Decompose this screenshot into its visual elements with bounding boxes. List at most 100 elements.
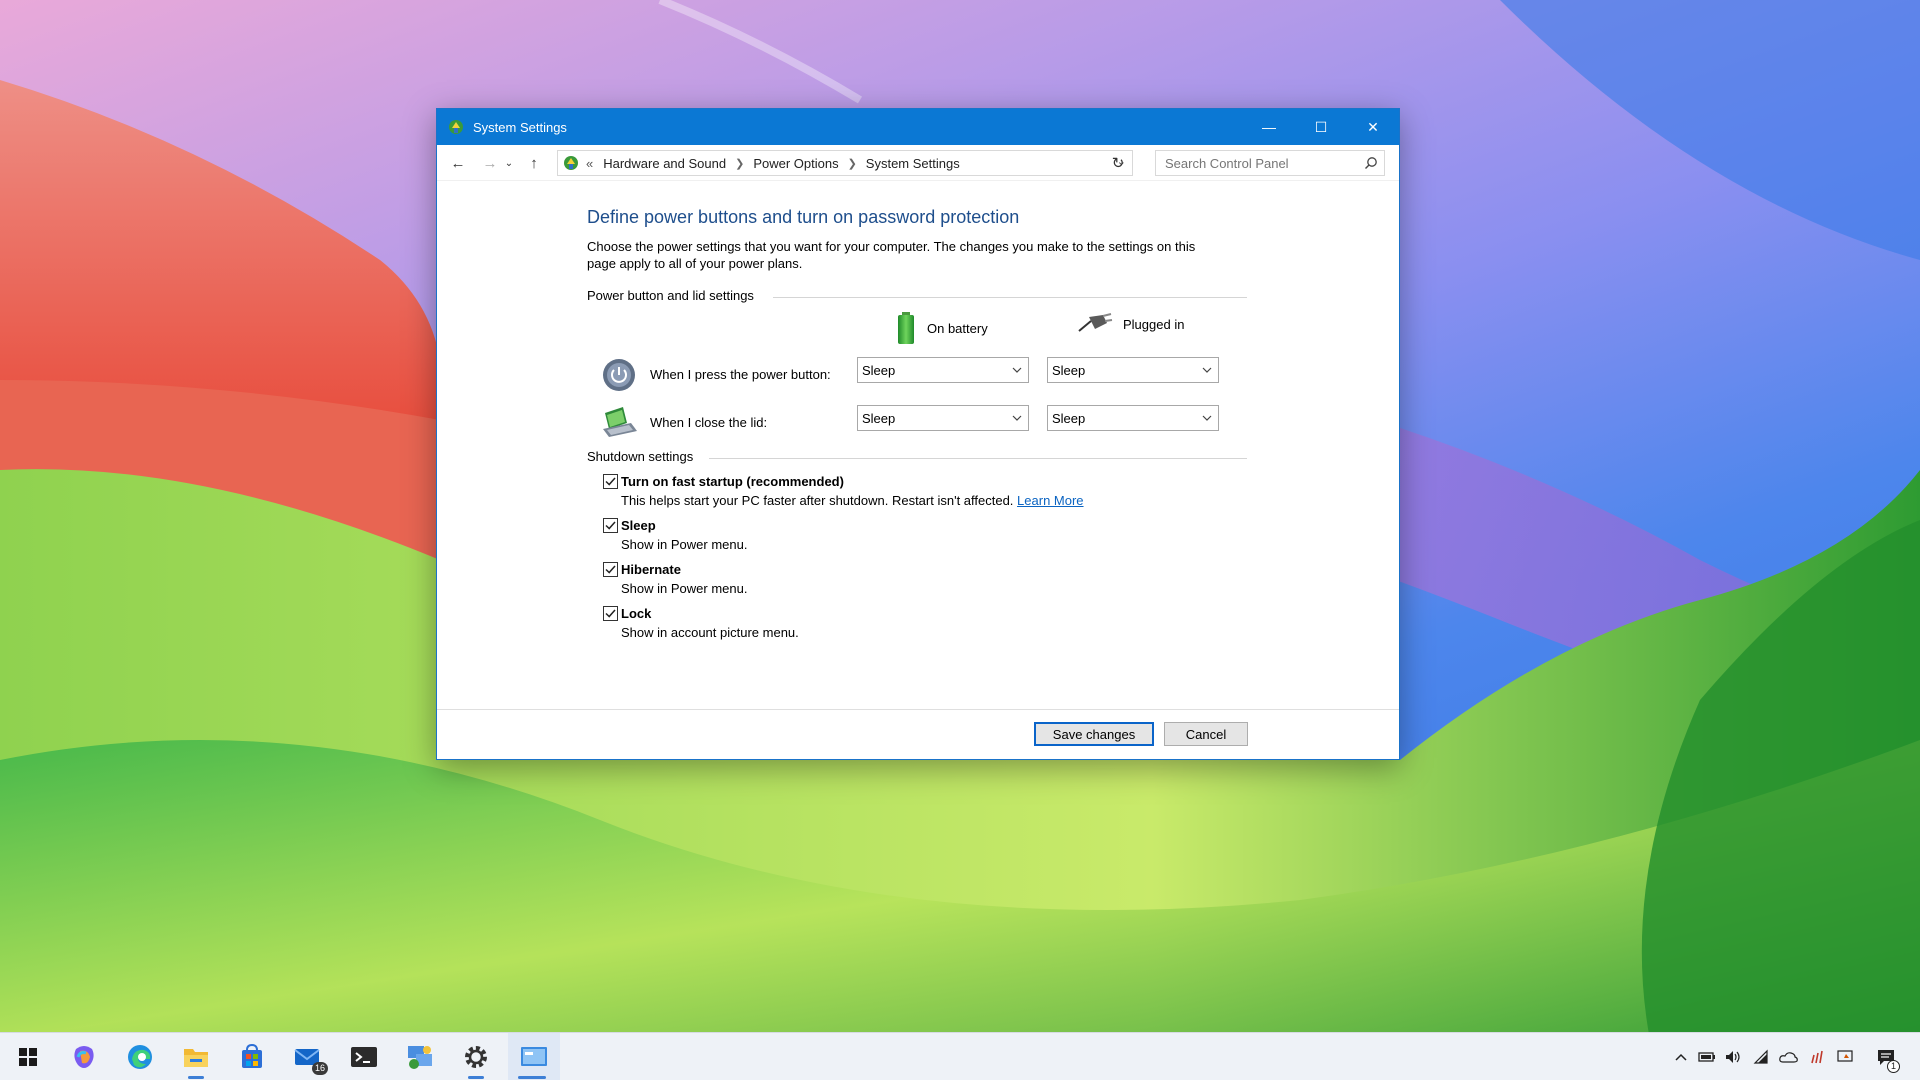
breadcrumb[interactable]: « Hardware and Sound ❯ Power Options ❯ S…	[557, 150, 1133, 176]
start-button[interactable]	[4, 1033, 52, 1080]
save-changes-button[interactable]: Save changes	[1034, 722, 1154, 746]
power-button-row: When I press the power button: Sleep Sle…	[587, 353, 1247, 401]
group-divider	[709, 458, 1247, 459]
system-settings-taskbar-button[interactable]	[508, 1033, 560, 1080]
running-indicator	[188, 1076, 204, 1079]
chevron-down-icon	[1202, 415, 1212, 421]
breadcrumb-hardware-and-sound[interactable]: Hardware and Sound	[603, 156, 726, 171]
maximize-button[interactable]: ☐	[1295, 109, 1347, 145]
refresh-icon[interactable]: ↻	[1105, 150, 1131, 176]
wifi-tray-button[interactable]	[1748, 1033, 1774, 1080]
plug-icon	[1078, 313, 1113, 332]
close-button[interactable]: ✕	[1347, 109, 1399, 145]
sleep-checkbox[interactable]	[603, 518, 618, 533]
wifi-icon	[1753, 1049, 1768, 1064]
chevron-up-icon	[1675, 1053, 1687, 1061]
power-button-plugged-select[interactable]: Sleep	[1047, 357, 1219, 383]
close-lid-plugged-select[interactable]: Sleep	[1047, 405, 1219, 431]
notification-count-badge: 1	[1886, 1060, 1900, 1073]
close-lid-label: When I close the lid:	[650, 415, 768, 430]
control-panel-icon	[408, 1046, 432, 1069]
store-taskbar-button[interactable]	[228, 1033, 276, 1080]
fast-startup-help-text: This helps start your PC faster after sh…	[621, 493, 1014, 508]
col-on-battery-label: On battery	[927, 320, 988, 336]
selected-value: Sleep	[862, 362, 896, 378]
system-settings-icon	[521, 1047, 547, 1066]
power-group-header: Power button and lid settings	[587, 288, 1247, 305]
running-indicator	[468, 1076, 484, 1079]
search-box[interactable]	[1155, 150, 1385, 176]
mail-badge: 16	[311, 1062, 328, 1075]
fast-startup-checkbox[interactable]	[603, 474, 618, 489]
group-divider	[773, 297, 1247, 298]
power-button-battery-select[interactable]: Sleep	[857, 357, 1029, 383]
notification-center-button[interactable]: 1	[1870, 1033, 1902, 1080]
pen-icon	[1811, 1050, 1823, 1064]
file-explorer-icon	[184, 1049, 208, 1067]
lock-description: Show in account picture menu.	[621, 625, 799, 640]
settings-taskbar-button[interactable]	[452, 1033, 500, 1080]
file-explorer-taskbar-button[interactable]	[172, 1033, 220, 1080]
lock-label[interactable]: Lock	[621, 604, 1247, 623]
back-arrow-icon[interactable]: ←	[445, 150, 471, 176]
page-title: Define power buttons and turn on passwor…	[587, 207, 1020, 227]
power-button-label: When I press the power button:	[650, 367, 831, 382]
battery-icon	[898, 312, 914, 344]
volume-icon	[1726, 1051, 1740, 1063]
minimize-button[interactable]: —	[1243, 109, 1295, 145]
search-input[interactable]	[1165, 155, 1355, 171]
terminal-icon	[351, 1047, 377, 1067]
breadcrumb-system-settings[interactable]: System Settings	[866, 156, 960, 171]
copilot-icon	[74, 1046, 94, 1068]
laptop-lid-icon	[603, 407, 637, 437]
recent-locations-chevron-icon[interactable]: ⌄	[501, 150, 517, 176]
onedrive-tray-button[interactable]	[1776, 1033, 1802, 1080]
show-hidden-icons-button[interactable]	[1668, 1033, 1694, 1080]
display-tray-button[interactable]	[1832, 1033, 1858, 1080]
start-icon	[19, 1048, 37, 1066]
checkmark-icon	[605, 565, 616, 574]
learn-more-link[interactable]: Learn More	[1017, 493, 1083, 508]
col-plugged-in: Plugged in	[1077, 311, 1184, 337]
breadcrumb-separator-icon: ❯	[735, 157, 745, 170]
chevron-down-icon	[1012, 367, 1022, 373]
power-group-title: Power button and lid settings	[587, 288, 754, 303]
title-bar[interactable]: System Settings — ☐ ✕	[437, 109, 1399, 145]
mail-taskbar-button[interactable]: 16	[284, 1033, 332, 1080]
battery-tray-button[interactable]	[1694, 1033, 1720, 1080]
breadcrumb-power-options[interactable]: Power Options	[753, 156, 838, 171]
cancel-button[interactable]: Cancel	[1164, 722, 1248, 746]
content-panel: Define power buttons and turn on passwor…	[587, 207, 1247, 642]
page-description: Choose the power settings that you want …	[587, 239, 1196, 271]
control-panel-taskbar-button[interactable]	[396, 1033, 444, 1080]
forward-arrow-icon[interactable]: →	[477, 150, 503, 176]
close-lid-row: When I close the lid: Sleep Sleep	[587, 401, 1247, 449]
copilot-taskbar-button[interactable]	[60, 1033, 108, 1080]
close-lid-battery-select[interactable]: Sleep	[857, 405, 1029, 431]
hibernate-label[interactable]: Hibernate	[621, 560, 1247, 579]
checkmark-icon	[605, 477, 616, 486]
breadcrumb-separator-icon: ❯	[847, 157, 857, 170]
terminal-taskbar-button[interactable]	[340, 1033, 388, 1080]
volume-tray-button[interactable]	[1720, 1033, 1746, 1080]
taskbar: 16 1	[0, 1032, 1920, 1080]
up-arrow-icon[interactable]: ↑	[521, 150, 547, 176]
hibernate-description: Show in Power menu.	[621, 581, 748, 596]
running-indicator	[518, 1076, 546, 1079]
display-icon	[1837, 1050, 1853, 1062]
lock-checkbox[interactable]	[603, 606, 618, 621]
control-panel-icon	[564, 156, 578, 170]
breadcrumb-overflow[interactable]: «	[586, 156, 593, 171]
shutdown-group-header: Shutdown settings	[587, 449, 1247, 466]
chevron-down-icon	[1012, 415, 1022, 421]
fast-startup-option: Turn on fast startup (recommended) This …	[587, 472, 1247, 510]
edge-taskbar-button[interactable]	[116, 1033, 164, 1080]
dialog-footer: Save changes Cancel	[437, 709, 1399, 759]
hibernate-checkbox[interactable]	[603, 562, 618, 577]
window-title: System Settings	[473, 119, 567, 135]
fast-startup-label[interactable]: Turn on fast startup (recommended)	[621, 472, 1247, 491]
pen-tray-button[interactable]	[1804, 1033, 1830, 1080]
search-icon[interactable]	[1364, 156, 1378, 170]
sleep-label[interactable]: Sleep	[621, 516, 1247, 535]
onedrive-icon	[1779, 1052, 1798, 1063]
